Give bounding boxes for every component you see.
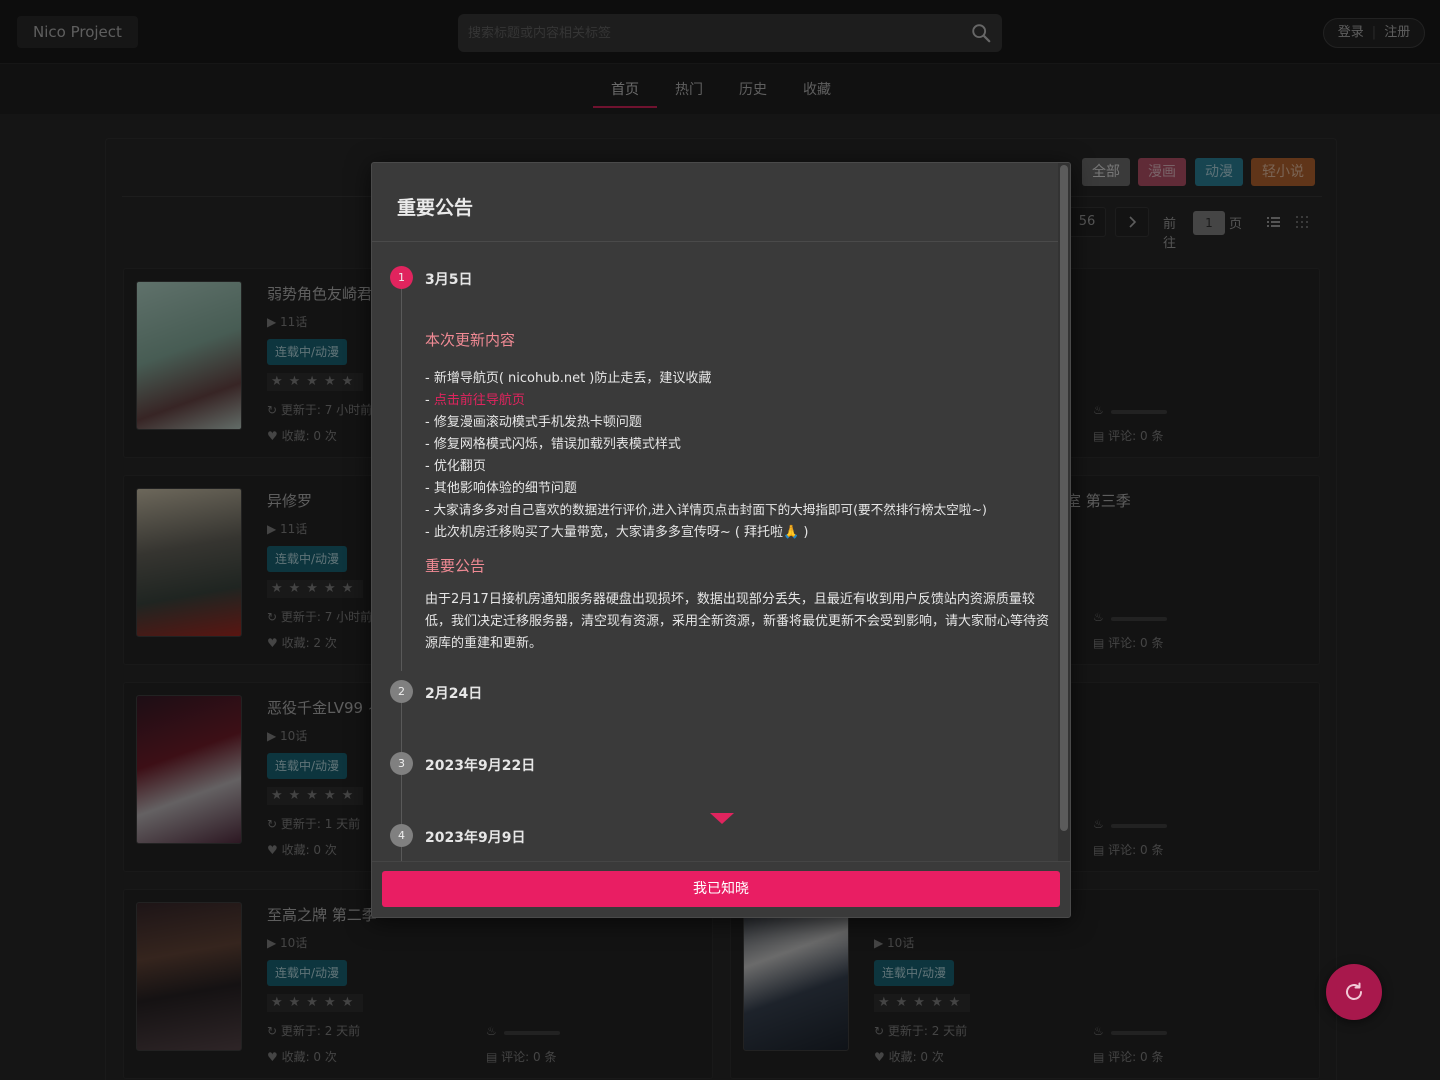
divider [372, 241, 1060, 242]
update-item: - 新增导航页( nicohub.net )防止走丢，建议收藏 [425, 371, 712, 386]
refresh-button[interactable] [1326, 964, 1382, 1020]
timeline-step-3[interactable]: 3 [390, 752, 413, 775]
timeline-step-4[interactable]: 4 [390, 824, 413, 847]
refresh-icon [1346, 982, 1362, 1000]
dialog-scrollbar[interactable] [1058, 163, 1070, 861]
timeline-step-2[interactable]: 2 [390, 680, 413, 703]
update-item: - 点击前往导航页 [425, 393, 525, 408]
timeline-step-1[interactable]: 1 [390, 266, 413, 289]
update-section-title: 本次更新内容 [425, 331, 516, 349]
nav-page-link[interactable]: 点击前往导航页 [434, 393, 525, 408]
timeline-line [401, 703, 402, 753]
update-item: - 此次机房迁移购买了大量带宽，大家请多多宣传呀~ ( 拜托啦🙏 ) [425, 525, 809, 540]
notice-body: 由于2月17日接机房通知服务器硬盘出现损坏，数据出现部分丢失，且最近有收到用户反… [425, 592, 1050, 651]
notice-section-title: 重要公告 [425, 557, 486, 575]
update-item: - 修复漫画滚动模式手机发热卡顿问题 [425, 415, 642, 430]
timeline-date[interactable]: 2023年9月9日 [425, 827, 525, 847]
timeline-line [401, 775, 402, 825]
timeline-line [401, 289, 402, 671]
timeline-date[interactable]: 3月5日 [425, 269, 472, 289]
dialog-footer: 我已知晓 [372, 861, 1070, 917]
dialog-title: 重要公告 [397, 197, 474, 219]
scroll-down-indicator[interactable] [710, 813, 734, 824]
timeline-date[interactable]: 2023年9月22日 [425, 755, 535, 775]
acknowledge-button[interactable]: 我已知晓 [382, 871, 1060, 907]
update-item: - 大家请多多对自己喜欢的数据进行评价,进入详情页点击封面下的大拇指即可(要不然… [425, 502, 987, 517]
announcement-dialog: 重要公告 1 3月5日 本次更新内容 - 新增导航页( nicohub.net … [371, 162, 1071, 918]
update-item: - 优化翻页 [425, 459, 486, 474]
update-item: - 修复网格模式闪烁，错误加载列表模式样式 [425, 437, 681, 452]
scrollbar-thumb[interactable] [1060, 165, 1068, 831]
update-item: - 其他影响体验的细节问题 [425, 481, 577, 496]
timeline-date[interactable]: 2月24日 [425, 683, 482, 703]
